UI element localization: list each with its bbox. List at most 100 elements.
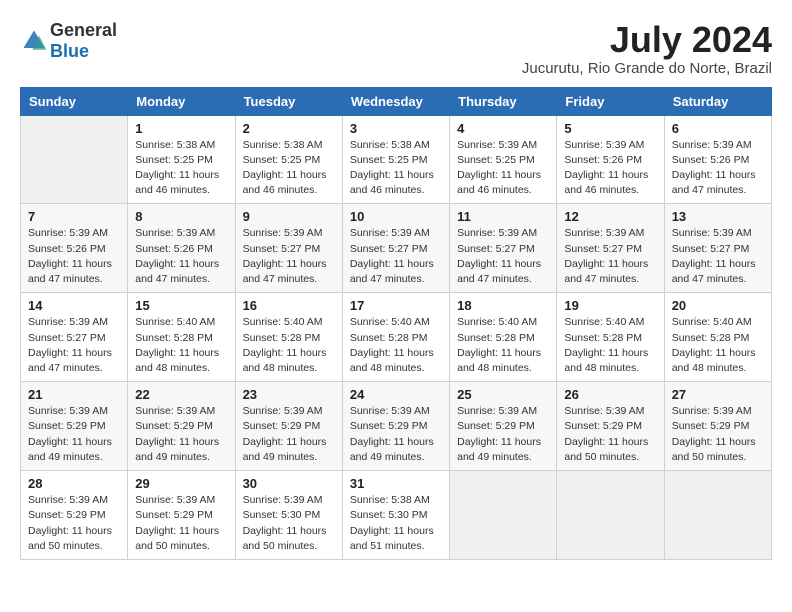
day-info: Sunrise: 5:39 AM Sunset: 5:26 PM Dayligh…: [672, 138, 764, 199]
day-info: Sunrise: 5:39 AM Sunset: 5:29 PM Dayligh…: [28, 404, 120, 465]
day-info: Sunrise: 5:39 AM Sunset: 5:30 PM Dayligh…: [243, 493, 335, 554]
day-number: 5: [564, 121, 656, 136]
calendar-cell: 17 Sunrise: 5:40 AM Sunset: 5:28 PM Dayli…: [342, 293, 449, 382]
calendar-cell: [664, 471, 771, 560]
day-number: 13: [672, 209, 764, 224]
day-info: Sunrise: 5:39 AM Sunset: 5:27 PM Dayligh…: [672, 226, 764, 287]
day-info: Sunrise: 5:38 AM Sunset: 5:30 PM Dayligh…: [350, 493, 442, 554]
day-number: 1: [135, 121, 227, 136]
calendar-cell: 28 Sunrise: 5:39 AM Sunset: 5:29 PM Dayli…: [21, 471, 128, 560]
day-number: 3: [350, 121, 442, 136]
day-info: Sunrise: 5:40 AM Sunset: 5:28 PM Dayligh…: [350, 315, 442, 376]
calendar-cell: 21 Sunrise: 5:39 AM Sunset: 5:29 PM Dayli…: [21, 382, 128, 471]
day-info: Sunrise: 5:39 AM Sunset: 5:29 PM Dayligh…: [350, 404, 442, 465]
day-number: 6: [672, 121, 764, 136]
day-number: 17: [350, 298, 442, 313]
day-number: 10: [350, 209, 442, 224]
day-info: Sunrise: 5:40 AM Sunset: 5:28 PM Dayligh…: [135, 315, 227, 376]
day-info: Sunrise: 5:39 AM Sunset: 5:29 PM Dayligh…: [672, 404, 764, 465]
calendar-week-row-3: 14 Sunrise: 5:39 AM Sunset: 5:27 PM Dayli…: [21, 293, 772, 382]
calendar-cell: 9 Sunrise: 5:39 AM Sunset: 5:27 PM Daylig…: [235, 204, 342, 293]
day-info: Sunrise: 5:39 AM Sunset: 5:29 PM Dayligh…: [135, 493, 227, 554]
day-info: Sunrise: 5:38 AM Sunset: 5:25 PM Dayligh…: [135, 138, 227, 199]
day-info: Sunrise: 5:39 AM Sunset: 5:27 PM Dayligh…: [28, 315, 120, 376]
calendar-cell: 27 Sunrise: 5:39 AM Sunset: 5:29 PM Dayli…: [664, 382, 771, 471]
day-number: 12: [564, 209, 656, 224]
day-number: 27: [672, 387, 764, 402]
weekday-header-tuesday: Tuesday: [235, 87, 342, 115]
page-header: General Blue July 2024 Jucurutu, Rio Gra…: [20, 20, 772, 77]
month-year-title: July 2024: [522, 20, 772, 60]
logo-text-blue: Blue: [50, 41, 89, 61]
day-info: Sunrise: 5:38 AM Sunset: 5:25 PM Dayligh…: [243, 138, 335, 199]
day-number: 24: [350, 387, 442, 402]
day-info: Sunrise: 5:39 AM Sunset: 5:26 PM Dayligh…: [28, 226, 120, 287]
day-number: 15: [135, 298, 227, 313]
calendar-cell: 4 Sunrise: 5:39 AM Sunset: 5:25 PM Daylig…: [450, 115, 557, 204]
day-number: 23: [243, 387, 335, 402]
day-number: 2: [243, 121, 335, 136]
day-number: 7: [28, 209, 120, 224]
day-number: 19: [564, 298, 656, 313]
calendar-cell: 3Sunrise: 5:38 AM Sunset: 5:25 PM Daylig…: [342, 115, 449, 204]
calendar-cell: 23Sunrise: 5:39 AM Sunset: 5:29 PM Dayli…: [235, 382, 342, 471]
day-number: 14: [28, 298, 120, 313]
calendar-cell: 20 Sunrise: 5:40 AM Sunset: 5:28 PM Dayli…: [664, 293, 771, 382]
day-info: Sunrise: 5:40 AM Sunset: 5:28 PM Dayligh…: [672, 315, 764, 376]
weekday-header-saturday: Saturday: [664, 87, 771, 115]
calendar-cell: 26 Sunrise: 5:39 AM Sunset: 5:29 PM Dayli…: [557, 382, 664, 471]
day-info: Sunrise: 5:39 AM Sunset: 5:27 PM Dayligh…: [564, 226, 656, 287]
weekday-header-thursday: Thursday: [450, 87, 557, 115]
location-subtitle: Jucurutu, Rio Grande do Norte, Brazil: [522, 60, 772, 77]
calendar-cell: 7 Sunrise: 5:39 AM Sunset: 5:26 PM Daylig…: [21, 204, 128, 293]
day-number: 31: [350, 476, 442, 491]
calendar-week-row-2: 7 Sunrise: 5:39 AM Sunset: 5:26 PM Daylig…: [21, 204, 772, 293]
day-info: Sunrise: 5:39 AM Sunset: 5:26 PM Dayligh…: [135, 226, 227, 287]
day-number: 18: [457, 298, 549, 313]
calendar-cell: [450, 471, 557, 560]
calendar-cell: 12 Sunrise: 5:39 AM Sunset: 5:27 PM Dayli…: [557, 204, 664, 293]
day-number: 20: [672, 298, 764, 313]
calendar-cell: 14 Sunrise: 5:39 AM Sunset: 5:27 PM Dayli…: [21, 293, 128, 382]
calendar-cell: 10 Sunrise: 5:39 AM Sunset: 5:27 PM Dayli…: [342, 204, 449, 293]
day-number: 28: [28, 476, 120, 491]
day-info: Sunrise: 5:40 AM Sunset: 5:28 PM Dayligh…: [457, 315, 549, 376]
day-number: 30: [243, 476, 335, 491]
calendar-cell: [557, 471, 664, 560]
weekday-header-row: SundayMondayTuesdayWednesdayThursdayFrid…: [21, 87, 772, 115]
day-number: 26: [564, 387, 656, 402]
day-info: Sunrise: 5:39 AM Sunset: 5:26 PM Dayligh…: [564, 138, 656, 199]
day-info: Sunrise: 5:39 AM Sunset: 5:29 PM Dayligh…: [564, 404, 656, 465]
calendar-cell: 11Sunrise: 5:39 AM Sunset: 5:27 PM Dayli…: [450, 204, 557, 293]
day-info: Sunrise: 5:39 AM Sunset: 5:29 PM Dayligh…: [28, 493, 120, 554]
calendar-cell: 15 Sunrise: 5:40 AM Sunset: 5:28 PM Dayli…: [128, 293, 235, 382]
day-info: Sunrise: 5:39 AM Sunset: 5:29 PM Dayligh…: [457, 404, 549, 465]
day-number: 8: [135, 209, 227, 224]
weekday-header-friday: Friday: [557, 87, 664, 115]
day-info: Sunrise: 5:39 AM Sunset: 5:27 PM Dayligh…: [243, 226, 335, 287]
calendar-cell: [21, 115, 128, 204]
day-number: 4: [457, 121, 549, 136]
calendar-cell: 24 Sunrise: 5:39 AM Sunset: 5:29 PM Dayli…: [342, 382, 449, 471]
day-info: Sunrise: 5:40 AM Sunset: 5:28 PM Dayligh…: [243, 315, 335, 376]
calendar-cell: 18 Sunrise: 5:40 AM Sunset: 5:28 PM Dayli…: [450, 293, 557, 382]
calendar-cell: 13 Sunrise: 5:39 AM Sunset: 5:27 PM Dayli…: [664, 204, 771, 293]
calendar-cell: 30 Sunrise: 5:39 AM Sunset: 5:30 PM Dayli…: [235, 471, 342, 560]
day-info: Sunrise: 5:39 AM Sunset: 5:29 PM Dayligh…: [135, 404, 227, 465]
day-info: Sunrise: 5:40 AM Sunset: 5:28 PM Dayligh…: [564, 315, 656, 376]
calendar-week-row-4: 21 Sunrise: 5:39 AM Sunset: 5:29 PM Dayli…: [21, 382, 772, 471]
calendar-cell: 8 Sunrise: 5:39 AM Sunset: 5:26 PM Daylig…: [128, 204, 235, 293]
calendar-cell: 31 Sunrise: 5:38 AM Sunset: 5:30 PM Dayli…: [342, 471, 449, 560]
day-info: Sunrise: 5:39 AM Sunset: 5:27 PM Dayligh…: [350, 226, 442, 287]
calendar-week-row-1: 1 Sunrise: 5:38 AM Sunset: 5:25 PM Daylig…: [21, 115, 772, 204]
day-number: 21: [28, 387, 120, 402]
day-number: 11: [457, 209, 549, 224]
calendar-cell: 2 Sunrise: 5:38 AM Sunset: 5:25 PM Daylig…: [235, 115, 342, 204]
title-block: July 2024 Jucurutu, Rio Grande do Norte,…: [522, 20, 772, 77]
calendar-cell: 29Sunrise: 5:39 AM Sunset: 5:29 PM Dayli…: [128, 471, 235, 560]
calendar-cell: 19 Sunrise: 5:40 AM Sunset: 5:28 PM Dayli…: [557, 293, 664, 382]
day-number: 9: [243, 209, 335, 224]
day-info: Sunrise: 5:39 AM Sunset: 5:25 PM Dayligh…: [457, 138, 549, 199]
calendar-cell: 16Sunrise: 5:40 AM Sunset: 5:28 PM Dayli…: [235, 293, 342, 382]
calendar-cell: 6 Sunrise: 5:39 AM Sunset: 5:26 PM Daylig…: [664, 115, 771, 204]
